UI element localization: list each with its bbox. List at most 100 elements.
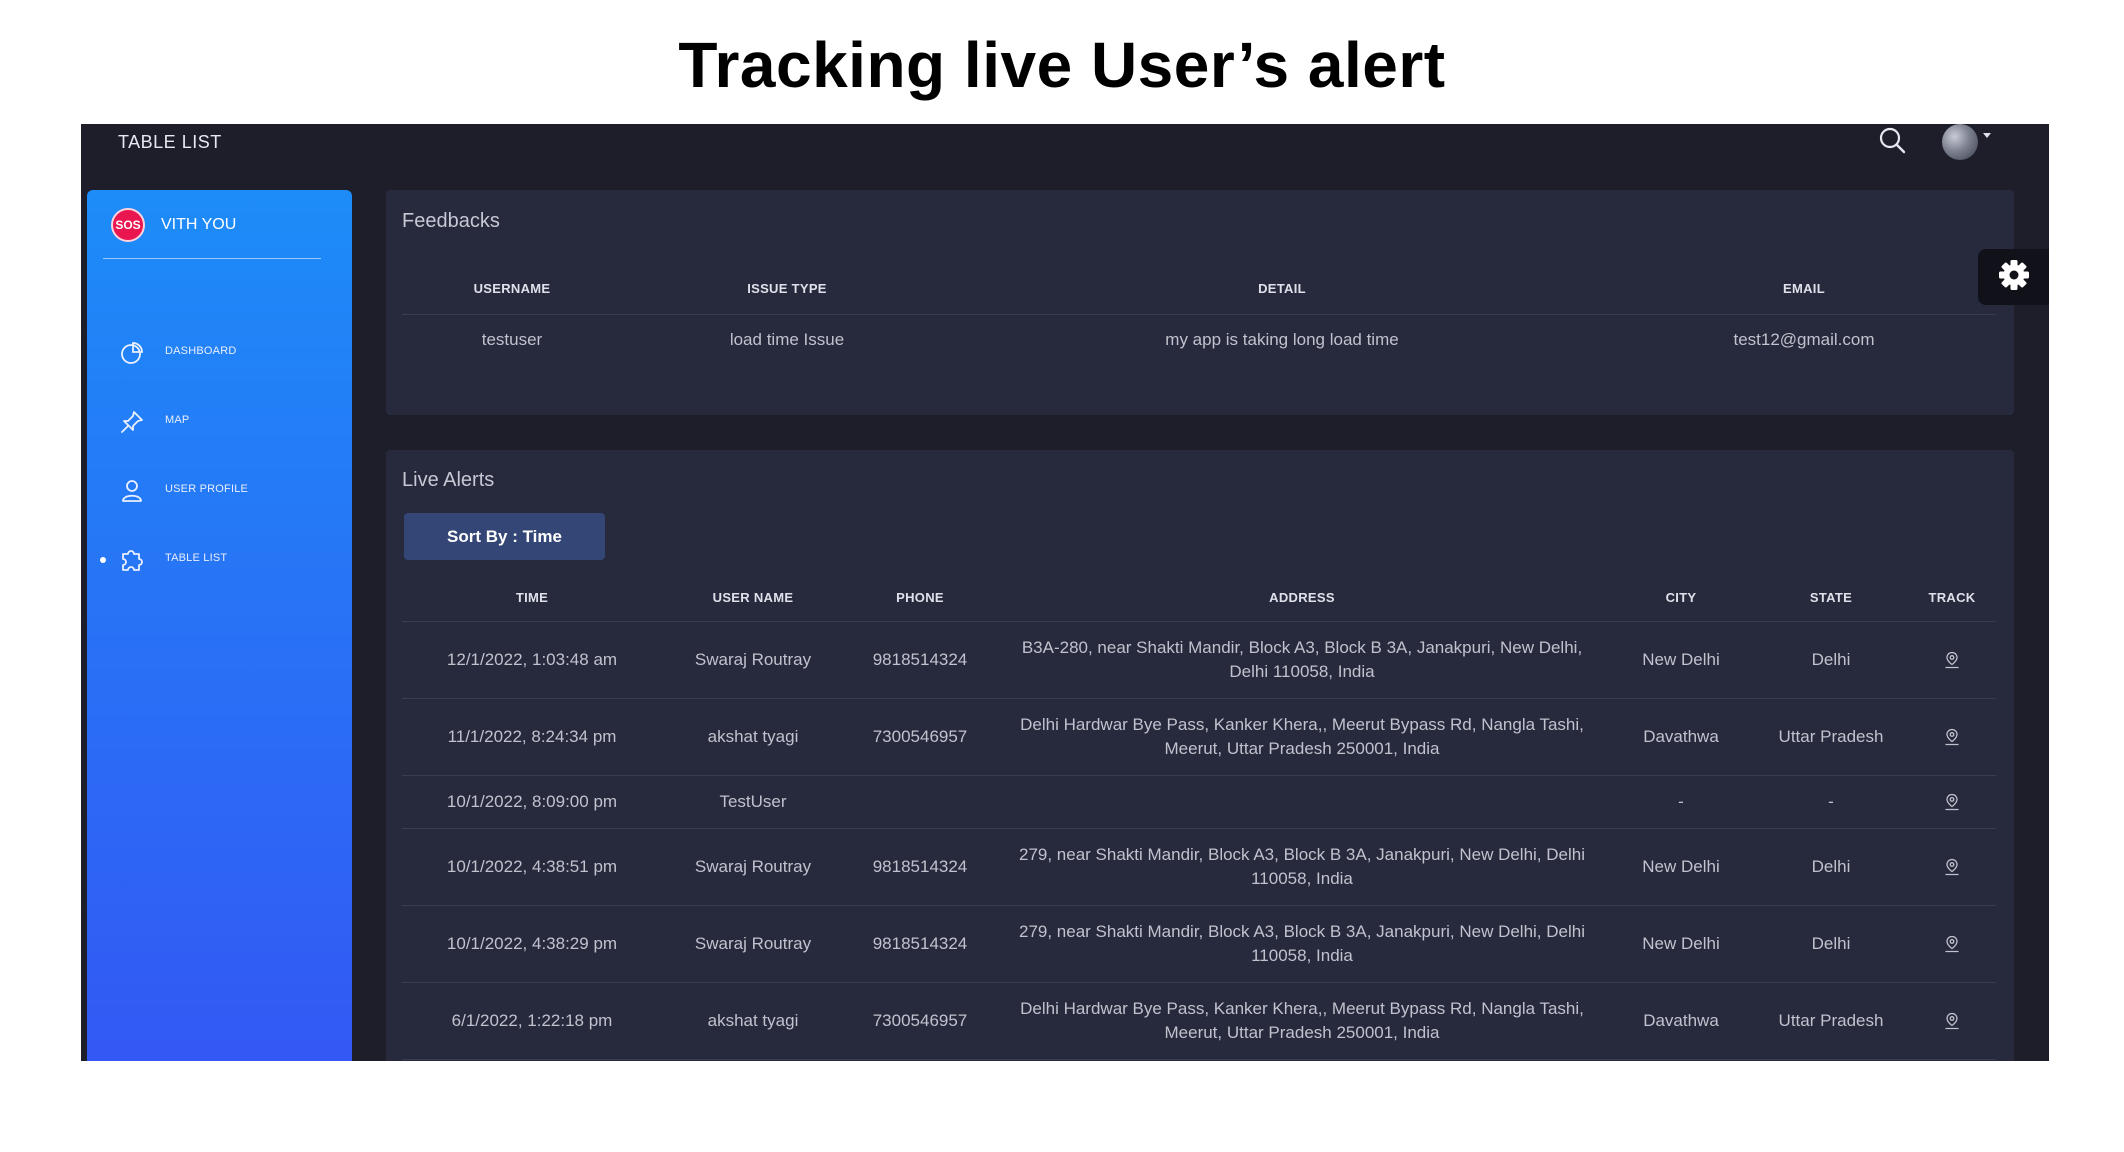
table-row[interactable]: 10/1/2022, 4:38:51 pm Swaraj Routray 981… — [402, 828, 1996, 906]
column-header[interactable]: EMAIL — [1612, 264, 1996, 315]
column-header[interactable]: DETAIL — [952, 264, 1612, 315]
sidebar-item-label: MAP — [165, 414, 190, 426]
user-icon — [119, 478, 145, 504]
location-pin-icon[interactable] — [1943, 728, 1961, 746]
track-cell — [1908, 828, 1996, 906]
phone-cell: 7300546957 — [844, 698, 996, 776]
user-avatar[interactable] — [1942, 124, 1978, 160]
city-cell: New Delhi — [1608, 621, 1754, 699]
location-pin-icon[interactable] — [1943, 1012, 1961, 1030]
phone-cell — [844, 775, 996, 829]
user-name-cell: akshat tyagi — [662, 698, 844, 776]
location-pin-icon[interactable] — [1943, 793, 1961, 811]
table-header-row: USERNAME ISSUE TYPE DETAIL EMAIL — [402, 264, 1996, 315]
location-pin-icon[interactable] — [1943, 651, 1961, 669]
city-cell: Davathwa — [1608, 698, 1754, 776]
state-cell: Delhi — [1754, 905, 1908, 983]
city-cell: New Delhi — [1608, 905, 1754, 983]
sidebar: SOS VITH YOU DASHBOARD MAP USER PROFILE — [87, 190, 352, 1061]
sort-by-time-button[interactable]: Sort By : Time — [404, 513, 605, 560]
column-header[interactable]: CITY — [1608, 574, 1754, 622]
sidebar-item-label: TABLE LIST — [165, 552, 228, 564]
column-header[interactable]: ADDRESS — [996, 574, 1608, 622]
column-header[interactable]: USER NAME — [662, 574, 844, 622]
track-cell — [1908, 698, 1996, 776]
table-row[interactable]: 10/1/2022, 8:09:00 pm TestUser - - — [402, 775, 1996, 829]
table-header-row: TIME USER NAME PHONE ADDRESS CITY STATE … — [402, 574, 1996, 622]
detail-cell: my app is taking long load time — [1165, 330, 1399, 350]
live-alerts-table: TIME USER NAME PHONE ADDRESS CITY STATE … — [402, 574, 1996, 1060]
address-cell: 279, near Shakti Mandir, Block A3, Block… — [996, 905, 1608, 983]
user-name-cell: akshat tyagi — [662, 982, 844, 1060]
sidebar-logo-row[interactable]: SOS VITH YOU — [111, 208, 341, 258]
app-name: VITH YOU — [161, 216, 237, 233]
location-pin-icon[interactable] — [1943, 858, 1961, 876]
time-cell: 6/1/2022, 1:22:18 pm — [402, 982, 662, 1060]
address-cell: Delhi Hardwar Bye Pass, Kanker Khera,, M… — [996, 982, 1608, 1060]
app-window: TABLE LIST SOS VITH YOU DASHBOARD MAP US… — [81, 124, 2049, 1061]
navbar-brand[interactable]: TABLE LIST — [118, 132, 222, 153]
column-header[interactable]: PHONE — [844, 574, 996, 622]
time-cell: 10/1/2022, 8:09:00 pm — [402, 775, 662, 829]
time-cell: 10/1/2022, 4:38:29 pm — [402, 905, 662, 983]
city-cell: - — [1608, 775, 1754, 829]
city-cell: Davathwa — [1608, 982, 1754, 1060]
user-name-cell: Swaraj Routray — [662, 621, 844, 699]
track-cell — [1908, 982, 1996, 1060]
time-cell: 10/1/2022, 4:38:51 pm — [402, 828, 662, 906]
state-cell: Uttar Pradesh — [1754, 982, 1908, 1060]
column-header[interactable]: STATE — [1754, 574, 1908, 622]
phone-cell: 9818514324 — [844, 828, 996, 906]
live-alerts-card: Live Alerts Sort By : Time TIME USER NAM… — [386, 450, 2014, 1061]
pie-chart-icon — [119, 340, 145, 366]
top-navbar: TABLE LIST — [81, 124, 2049, 190]
state-cell: Delhi — [1754, 621, 1908, 699]
address-cell: Delhi Hardwar Bye Pass, Kanker Khera,, M… — [996, 698, 1608, 776]
phone-cell: 7300546957 — [844, 982, 996, 1060]
feedbacks-title: Feedbacks — [402, 210, 500, 232]
user-name-cell: Swaraj Routray — [662, 905, 844, 983]
sidebar-item-label: DASHBOARD — [165, 345, 237, 357]
sidebar-item-dashboard[interactable]: DASHBOARD — [87, 332, 352, 372]
sidebar-item-table-list[interactable]: TABLE LIST — [87, 539, 352, 579]
state-cell: Uttar Pradesh — [1754, 698, 1908, 776]
table-row[interactable]: 6/1/2022, 1:22:18 pm akshat tyagi 730054… — [402, 982, 1996, 1060]
username-cell: testuser — [481, 330, 543, 350]
state-cell: Delhi — [1754, 828, 1908, 906]
user-name-cell: Swaraj Routray — [662, 828, 844, 906]
user-name-cell: TestUser — [662, 775, 844, 829]
table-row[interactable]: 11/1/2022, 8:24:34 pm akshat tyagi 73005… — [402, 698, 1996, 776]
chevron-down-icon[interactable] — [1983, 133, 1991, 138]
sidebar-item-user-profile[interactable]: USER PROFILE — [87, 470, 352, 510]
live-alerts-title: Live Alerts — [402, 469, 495, 491]
active-indicator — [100, 557, 106, 563]
time-cell: 11/1/2022, 8:24:34 pm — [402, 698, 662, 776]
slide-title: Tracking live User’s alert — [678, 29, 1446, 101]
track-cell — [1908, 775, 1996, 829]
column-header[interactable]: TIME — [402, 574, 662, 622]
address-cell: 279, near Shakti Mandir, Block A3, Block… — [996, 828, 1608, 906]
issue-type-cell: load time Issue — [729, 330, 845, 350]
track-cell — [1908, 905, 1996, 983]
sidebar-item-map[interactable]: MAP — [87, 401, 352, 441]
track-cell — [1908, 621, 1996, 699]
gear-icon — [1997, 258, 2031, 297]
table-row[interactable]: testuser load time Issue my app is takin… — [402, 314, 1996, 366]
location-pin-icon[interactable] — [1943, 935, 1961, 953]
state-cell: - — [1754, 775, 1908, 829]
phone-cell: 9818514324 — [844, 621, 996, 699]
table-row[interactable]: 10/1/2022, 4:38:29 pm Swaraj Routray 981… — [402, 905, 1996, 983]
feedbacks-table: USERNAME ISSUE TYPE DETAIL EMAIL testuse… — [402, 264, 1996, 366]
sidebar-item-label: USER PROFILE — [165, 483, 249, 495]
search-icon[interactable] — [1878, 126, 1908, 156]
column-header[interactable]: ISSUE TYPE — [622, 264, 952, 315]
column-header[interactable]: TRACK — [1908, 574, 1996, 622]
settings-button[interactable] — [1978, 249, 2049, 305]
table-row[interactable]: 12/1/2022, 1:03:48 am Swaraj Routray 981… — [402, 621, 1996, 699]
sidebar-divider — [103, 258, 321, 259]
puzzle-icon — [119, 547, 145, 573]
address-cell: B3A-280, near Shakti Mandir, Block A3, B… — [996, 621, 1608, 699]
column-header[interactable]: USERNAME — [402, 264, 622, 315]
address-cell — [996, 775, 1608, 829]
email-cell: test12@gmail.com — [1733, 330, 1875, 350]
